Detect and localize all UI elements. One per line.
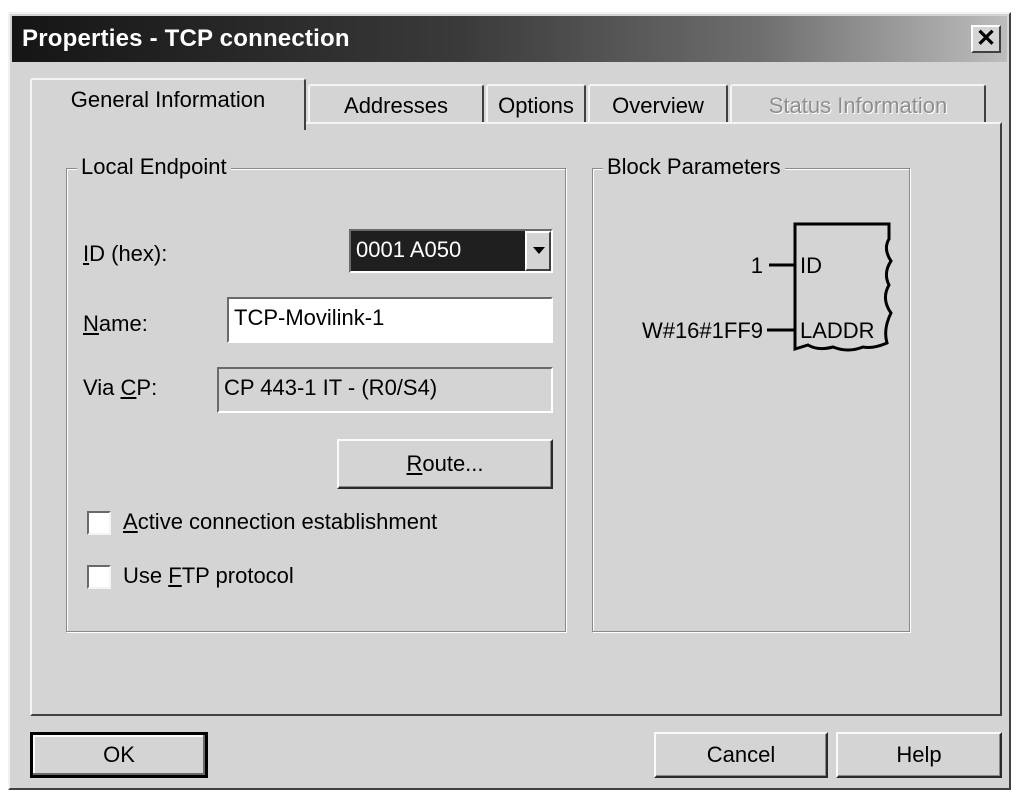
via-cp-field: CP 443-1 IT - (R0/S4) (217, 367, 553, 413)
tab-panel-general: Local Endpoint ID (hex): 0001 A050 Name:… (30, 122, 1002, 716)
tab-label: General Information (70, 87, 266, 112)
laddr-pin-label: LADDR (800, 318, 875, 343)
id-input-value: 1 (751, 253, 763, 278)
tab-label: Addresses (344, 93, 448, 118)
name-input[interactable]: TCP-Movilink-1 (227, 297, 553, 343)
active-connection-checkbox[interactable] (87, 511, 111, 535)
chevron-down-icon[interactable] (525, 231, 551, 271)
via-cp-value: CP 443-1 IT - (R0/S4) (224, 375, 438, 400)
help-button[interactable]: Help (836, 732, 1002, 778)
name-label: Name: (83, 311, 148, 336)
ok-button[interactable]: OK (30, 732, 208, 778)
tab-general-information[interactable]: General Information (30, 78, 306, 130)
tab-label: Options (498, 93, 574, 118)
laddr-input-value: W#16#1FF9 (642, 318, 763, 343)
group-label: Block Parameters (603, 154, 785, 180)
name-value: TCP-Movilink-1 (234, 305, 385, 330)
id-hex-dropdown[interactable]: 0001 A050 (349, 229, 553, 273)
title-bar[interactable]: Properties - TCP connection ✕ (12, 16, 1007, 62)
via-cp-label: Via CP: (83, 375, 158, 400)
close-button[interactable]: ✕ (971, 25, 1001, 53)
id-label: ID (hex): (83, 241, 168, 266)
tab-label: Status Information (768, 93, 948, 118)
properties-dialog: Properties - TCP connection ✕ General In… (8, 12, 1011, 790)
close-icon: ✕ (975, 25, 997, 52)
window-title: Properties - TCP connection (22, 25, 350, 52)
block-diagram: 1 ID W#16#1FF9 LADDR (642, 222, 893, 352)
block-parameters-group: Block Parameters 1 ID W#16#1FF9 LADDR (592, 154, 910, 632)
group-label: Local Endpoint (77, 154, 231, 180)
route-button[interactable]: Route... (337, 439, 553, 489)
active-connection-label: Active connection establishment (123, 509, 438, 534)
use-ftp-checkbox[interactable] (87, 565, 111, 589)
local-endpoint-group: Local Endpoint ID (hex): 0001 A050 Name:… (66, 154, 566, 632)
cancel-button[interactable]: Cancel (654, 732, 828, 778)
tab-label: Overview (612, 93, 704, 118)
id-value: 0001 A050 (356, 237, 462, 262)
use-ftp-label: Use FTP protocol (123, 563, 294, 588)
id-pin-label: ID (800, 253, 822, 278)
